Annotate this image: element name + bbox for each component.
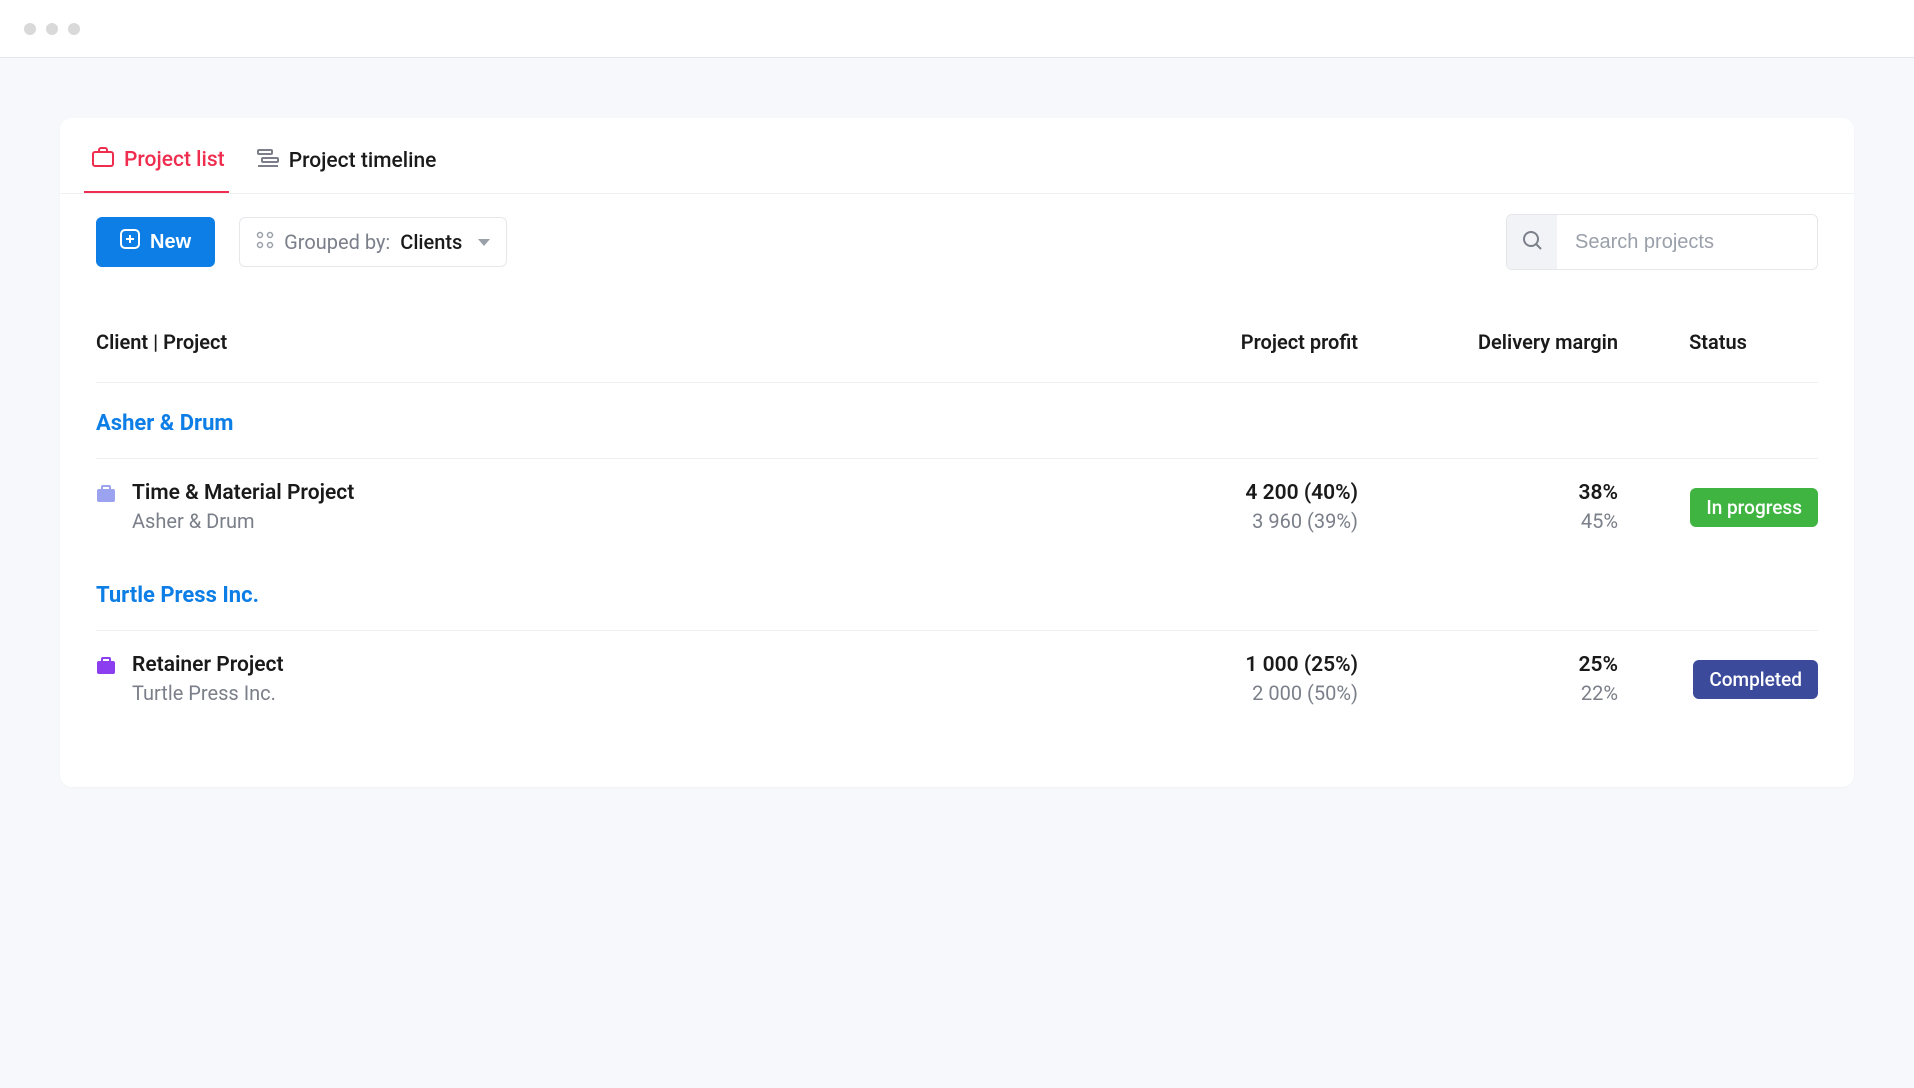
button-label: New xyxy=(150,231,191,254)
chevron-down-icon xyxy=(478,239,490,246)
project-client-subtitle: Asher & Drum xyxy=(132,509,354,533)
grid-icon xyxy=(256,230,274,254)
profit-primary: 1 000 (25%) xyxy=(1098,653,1358,677)
col-status: Status xyxy=(1618,330,1818,354)
project-row[interactable]: Time & Material Project Asher & Drum 4 200… xyxy=(96,459,1818,555)
traffic-light-minimize[interactable] xyxy=(46,23,58,35)
project-profit-cell: 1 000 (25%) 2 000 (50%) xyxy=(1098,653,1358,705)
plus-icon xyxy=(120,229,140,255)
app-background: Project list Project timeline xyxy=(0,58,1914,1088)
status-badge: Completed xyxy=(1693,660,1818,699)
client-group-header: Turtle Press Inc. xyxy=(96,555,1818,631)
main-card: Project list Project timeline xyxy=(60,118,1854,787)
project-name-cell: Time & Material Project Asher & Drum xyxy=(96,481,1098,533)
briefcase-icon xyxy=(92,147,114,173)
delivery-margin-cell: 25%22% xyxy=(1358,653,1618,705)
margin-secondary: 45% xyxy=(1358,509,1618,533)
profit-primary: 4 200 (40%) xyxy=(1098,481,1358,505)
client-link[interactable]: Asher & Drum xyxy=(96,411,233,436)
search-box xyxy=(1506,214,1818,270)
col-project-profit: Project profit xyxy=(1098,330,1358,354)
margin-primary: 25% xyxy=(1358,653,1618,677)
timeline-icon xyxy=(257,149,279,173)
client-link[interactable]: Turtle Press Inc. xyxy=(96,583,259,608)
status-cell: In progress xyxy=(1618,488,1818,527)
traffic-light-close[interactable] xyxy=(24,23,36,35)
col-client-project: Client | Project xyxy=(96,330,1098,354)
project-title: Retainer Project xyxy=(132,653,284,677)
window-chrome xyxy=(0,0,1914,58)
search-icon-container[interactable] xyxy=(1507,215,1557,269)
briefcase-icon xyxy=(96,657,116,679)
search-input[interactable] xyxy=(1557,219,1817,266)
tab-label: Project timeline xyxy=(289,149,437,173)
grouped-by-dropdown[interactable]: Grouped by: Clients xyxy=(239,217,507,267)
status-cell: Completed xyxy=(1618,660,1818,699)
project-title: Time & Material Project xyxy=(132,481,354,505)
margin-secondary: 22% xyxy=(1358,681,1618,705)
delivery-margin-cell: 38%45% xyxy=(1358,481,1618,533)
grouped-value: Clients xyxy=(400,230,462,254)
col-delivery-margin: Delivery margin xyxy=(1358,330,1618,354)
search-icon xyxy=(1521,229,1543,255)
table-section: Client | Project Project profit Delivery… xyxy=(60,290,1854,787)
tab-project-list[interactable]: Project list xyxy=(84,147,249,193)
tabs-bar: Project list Project timeline xyxy=(60,118,1854,194)
new-button[interactable]: New xyxy=(96,217,215,267)
margin-primary: 38% xyxy=(1358,481,1618,505)
profit-secondary: 2 000 (50%) xyxy=(1098,681,1358,705)
client-group-header: Asher & Drum xyxy=(96,383,1818,459)
project-client-subtitle: Turtle Press Inc. xyxy=(132,681,284,705)
toolbar: New Grouped by: Clients xyxy=(60,194,1854,290)
status-badge: In progress xyxy=(1690,488,1818,527)
project-row[interactable]: Retainer Project Turtle Press Inc. 1 000 (… xyxy=(96,631,1818,727)
project-name-cell: Retainer Project Turtle Press Inc. xyxy=(96,653,1098,705)
tab-project-timeline[interactable]: Project timeline xyxy=(249,149,461,193)
grouped-label: Grouped by: xyxy=(284,230,390,254)
traffic-light-zoom[interactable] xyxy=(68,23,80,35)
profit-secondary: 3 960 (39%) xyxy=(1098,509,1358,533)
tab-label: Project list xyxy=(124,148,225,172)
table-header-row: Client | Project Project profit Delivery… xyxy=(96,330,1818,383)
briefcase-icon xyxy=(96,485,116,507)
project-profit-cell: 4 200 (40%) 3 960 (39%) xyxy=(1098,481,1358,533)
